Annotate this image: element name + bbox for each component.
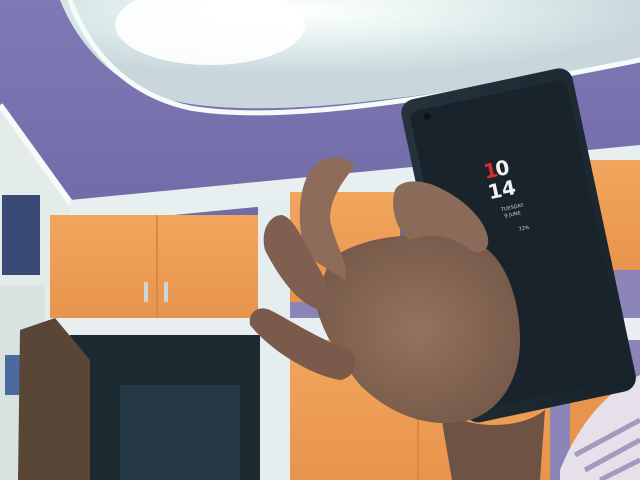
doorway-inner <box>120 385 240 480</box>
cabinet-handle-right <box>164 282 168 302</box>
cabinet-handle-left <box>144 282 148 302</box>
shelf-poster <box>2 195 40 275</box>
photo-scene: 1 0 14 TUESDAY 9 JUNE 72% <box>0 0 640 480</box>
scene-svg: 1 0 14 TUESDAY 9 JUNE 72% <box>0 0 640 480</box>
